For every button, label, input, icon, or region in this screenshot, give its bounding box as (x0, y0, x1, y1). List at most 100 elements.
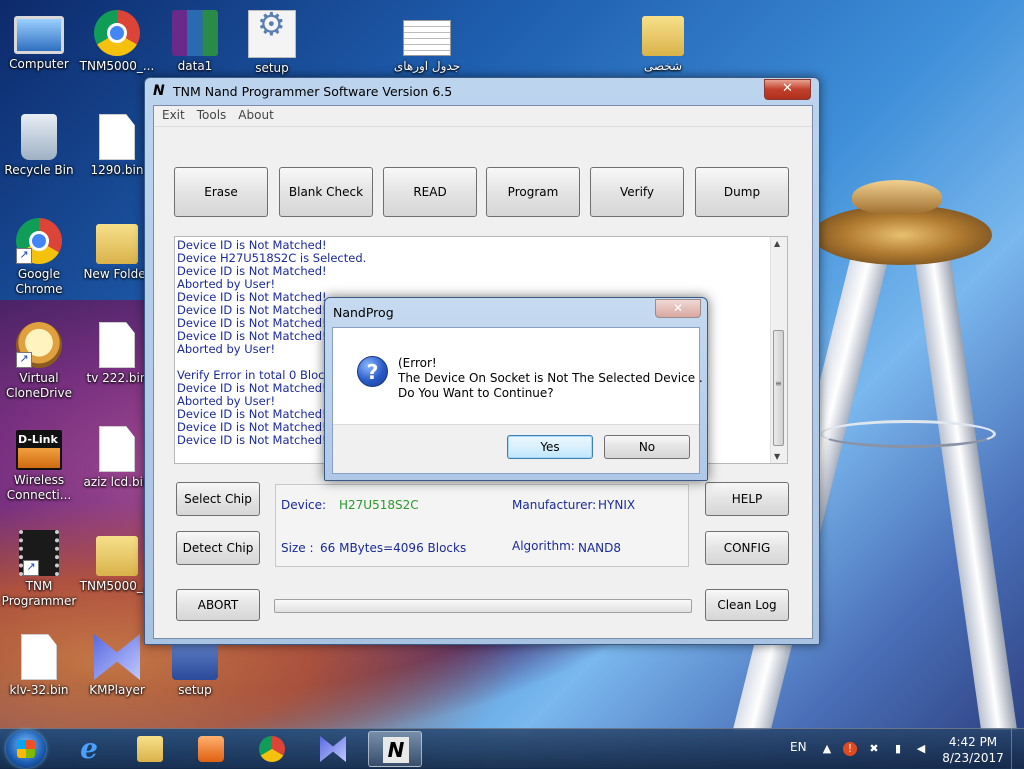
erase-button[interactable]: Erase (174, 167, 268, 217)
file-icon (99, 322, 135, 368)
show-desktop-button[interactable] (1011, 729, 1024, 769)
config-button[interactable]: CONFIG (705, 531, 789, 565)
shortcut-arrow-icon: ↗ (23, 560, 39, 576)
window-title: TNM Nand Programmer Software Version 6.5 (173, 84, 453, 99)
winrar-icon (172, 10, 218, 56)
internet-explorer-icon: e (80, 732, 98, 765)
desktop-icon-label: data1 (177, 59, 213, 73)
desktop-icon-setup[interactable]: setup (233, 10, 311, 76)
dump-button[interactable]: Dump (695, 167, 789, 217)
dialog-title: NandProg (333, 305, 394, 320)
manufacturer-value: HYNIX (598, 498, 636, 512)
taskbar-media-player[interactable] (184, 731, 238, 767)
system-clock[interactable]: 4:42 PM 8/23/2017 (942, 734, 1004, 766)
desktop-icon-tnm5000-chrome[interactable]: TNM5000_... (78, 10, 156, 74)
action-center-warning-icon[interactable]: ! (843, 742, 857, 756)
setup-icon (248, 10, 296, 58)
wallpaper-tower-ring (820, 420, 996, 448)
select-chip-button[interactable]: Select Chip (176, 482, 260, 516)
desktop-icon-recycle-bin[interactable]: Recycle Bin (0, 114, 78, 178)
taskbar-kmplayer[interactable] (306, 731, 360, 767)
read-button[interactable]: READ (383, 167, 477, 217)
file-icon (99, 114, 135, 160)
blank-check-button[interactable]: Blank Check (279, 167, 373, 217)
algorithm-value: NAND8 (578, 541, 622, 555)
taskbar-chrome[interactable] (245, 731, 299, 767)
signal-icon[interactable]: ▮ (891, 742, 905, 756)
desktop-icon-label: TNM Programmer (1, 579, 77, 608)
clock-date: 8/23/2017 (942, 751, 1004, 765)
desktop-icon-label: جدول اورهای (393, 59, 461, 73)
detect-chip-button[interactable]: Detect Chip (176, 531, 260, 565)
dialog-message-line: (Error! (398, 356, 437, 370)
scrollbar-thumb[interactable]: ≡ (773, 330, 784, 446)
tnm-app-icon: N (153, 83, 165, 99)
program-button[interactable]: Program (486, 167, 580, 217)
desktop-icon-spreadsheet[interactable]: جدول اورهای (388, 10, 466, 74)
chip-info-panel: Device: H27U518S2C Manufacturer: HYNIX S… (275, 484, 689, 567)
dialog-button-row: Yes No (333, 424, 699, 473)
spreadsheet-icon (403, 20, 451, 56)
menu-bar: Exit Tools About (154, 106, 812, 127)
window-titlebar[interactable]: N TNM Nand Programmer Software Version 6… (145, 78, 819, 105)
desktop-icon-computer[interactable]: Computer (0, 10, 78, 72)
size-value: 66 MBytes=4096 Blocks (320, 541, 467, 555)
no-button[interactable]: No (604, 435, 690, 459)
verify-button[interactable]: Verify (590, 167, 684, 217)
dialog-body: ? (Error! The Device On Socket is Not Th… (332, 327, 703, 474)
log-scrollbar[interactable]: ▲ ≡ ▼ (770, 237, 787, 463)
help-button[interactable]: HELP (705, 482, 789, 516)
menu-exit[interactable]: Exit (156, 106, 191, 124)
abort-button[interactable]: ABORT (176, 589, 260, 621)
file-icon (99, 426, 135, 472)
computer-icon (14, 16, 64, 54)
desktop-icon-tnm-programmer[interactable]: ↗ TNM Programmer (0, 530, 78, 609)
desktop-icon-data1[interactable]: data1 (156, 10, 234, 74)
network-disconnected-icon[interactable]: ✖ (867, 742, 881, 756)
window-close-button[interactable]: ✕ (764, 79, 811, 100)
taskbar: e N EN ▲ ! ✖ ▮ ◀ 4:42 PM 8/23/2017 (0, 728, 1024, 769)
scroll-down-icon[interactable]: ▼ (774, 452, 780, 461)
taskbar-file-explorer[interactable] (123, 731, 177, 767)
desktop-icon-label: KMPlayer (89, 683, 145, 697)
volume-icon[interactable]: ◀ (914, 742, 928, 756)
dlink-icon (16, 430, 62, 470)
algorithm-label: Algorithm: (512, 539, 575, 553)
taskbar-internet-explorer[interactable]: e (62, 731, 116, 767)
language-indicator[interactable]: EN (790, 740, 807, 754)
chrome-icon (259, 736, 285, 762)
desktop-icon-virtual-clonedrive[interactable]: ↗ Virtual CloneDrive (0, 322, 78, 401)
file-explorer-icon (137, 736, 163, 762)
yes-button[interactable]: Yes (507, 435, 593, 459)
clonedrive-icon: ↗ (16, 322, 62, 368)
desktop-icon-label: Wireless Connecti... (6, 473, 72, 502)
desktop-icon-personal-folder[interactable]: شخصی (624, 10, 702, 74)
scroll-up-icon[interactable]: ▲ (774, 239, 780, 248)
menu-about[interactable]: About (232, 106, 279, 124)
manufacturer-label: Manufacturer: (512, 498, 597, 512)
wallpaper-tower-saucer (812, 205, 992, 265)
kmplayer-icon (94, 634, 140, 680)
desktop-icon-label: klv-32.bin (9, 683, 69, 697)
wallpaper-tower-cap (852, 180, 942, 214)
desktop-icon-label: Computer (9, 57, 69, 71)
dialog-message-line: The Device On Socket is Not The Selected… (398, 371, 703, 385)
question-icon: ? (357, 356, 388, 387)
show-hidden-icons-icon[interactable]: ▲ (820, 742, 834, 756)
device-value: H27U518S2C (339, 498, 419, 512)
file-icon (21, 634, 57, 680)
desktop-icon-google-chrome[interactable]: ↗ Google Chrome (0, 218, 78, 297)
tnm-programmer-icon: N (383, 737, 409, 763)
clean-log-button[interactable]: Clean Log (705, 589, 789, 621)
media-player-icon (198, 736, 224, 762)
taskbar-tnm-programmer[interactable]: N (368, 731, 422, 767)
desktop-icon-label: شخصی (643, 59, 683, 73)
grip-icon: ≡ (775, 379, 782, 388)
dialog-close-button[interactable]: ✕ (655, 299, 701, 318)
folder-icon (96, 536, 138, 576)
start-button[interactable] (6, 730, 46, 768)
menu-tools[interactable]: Tools (191, 106, 233, 124)
desktop-icon-klv32-bin[interactable]: klv-32.bin (0, 634, 78, 698)
desktop-icon-wireless-connection[interactable]: Wireless Connecti... (0, 426, 78, 503)
desktop-icon-label: setup (178, 683, 212, 697)
